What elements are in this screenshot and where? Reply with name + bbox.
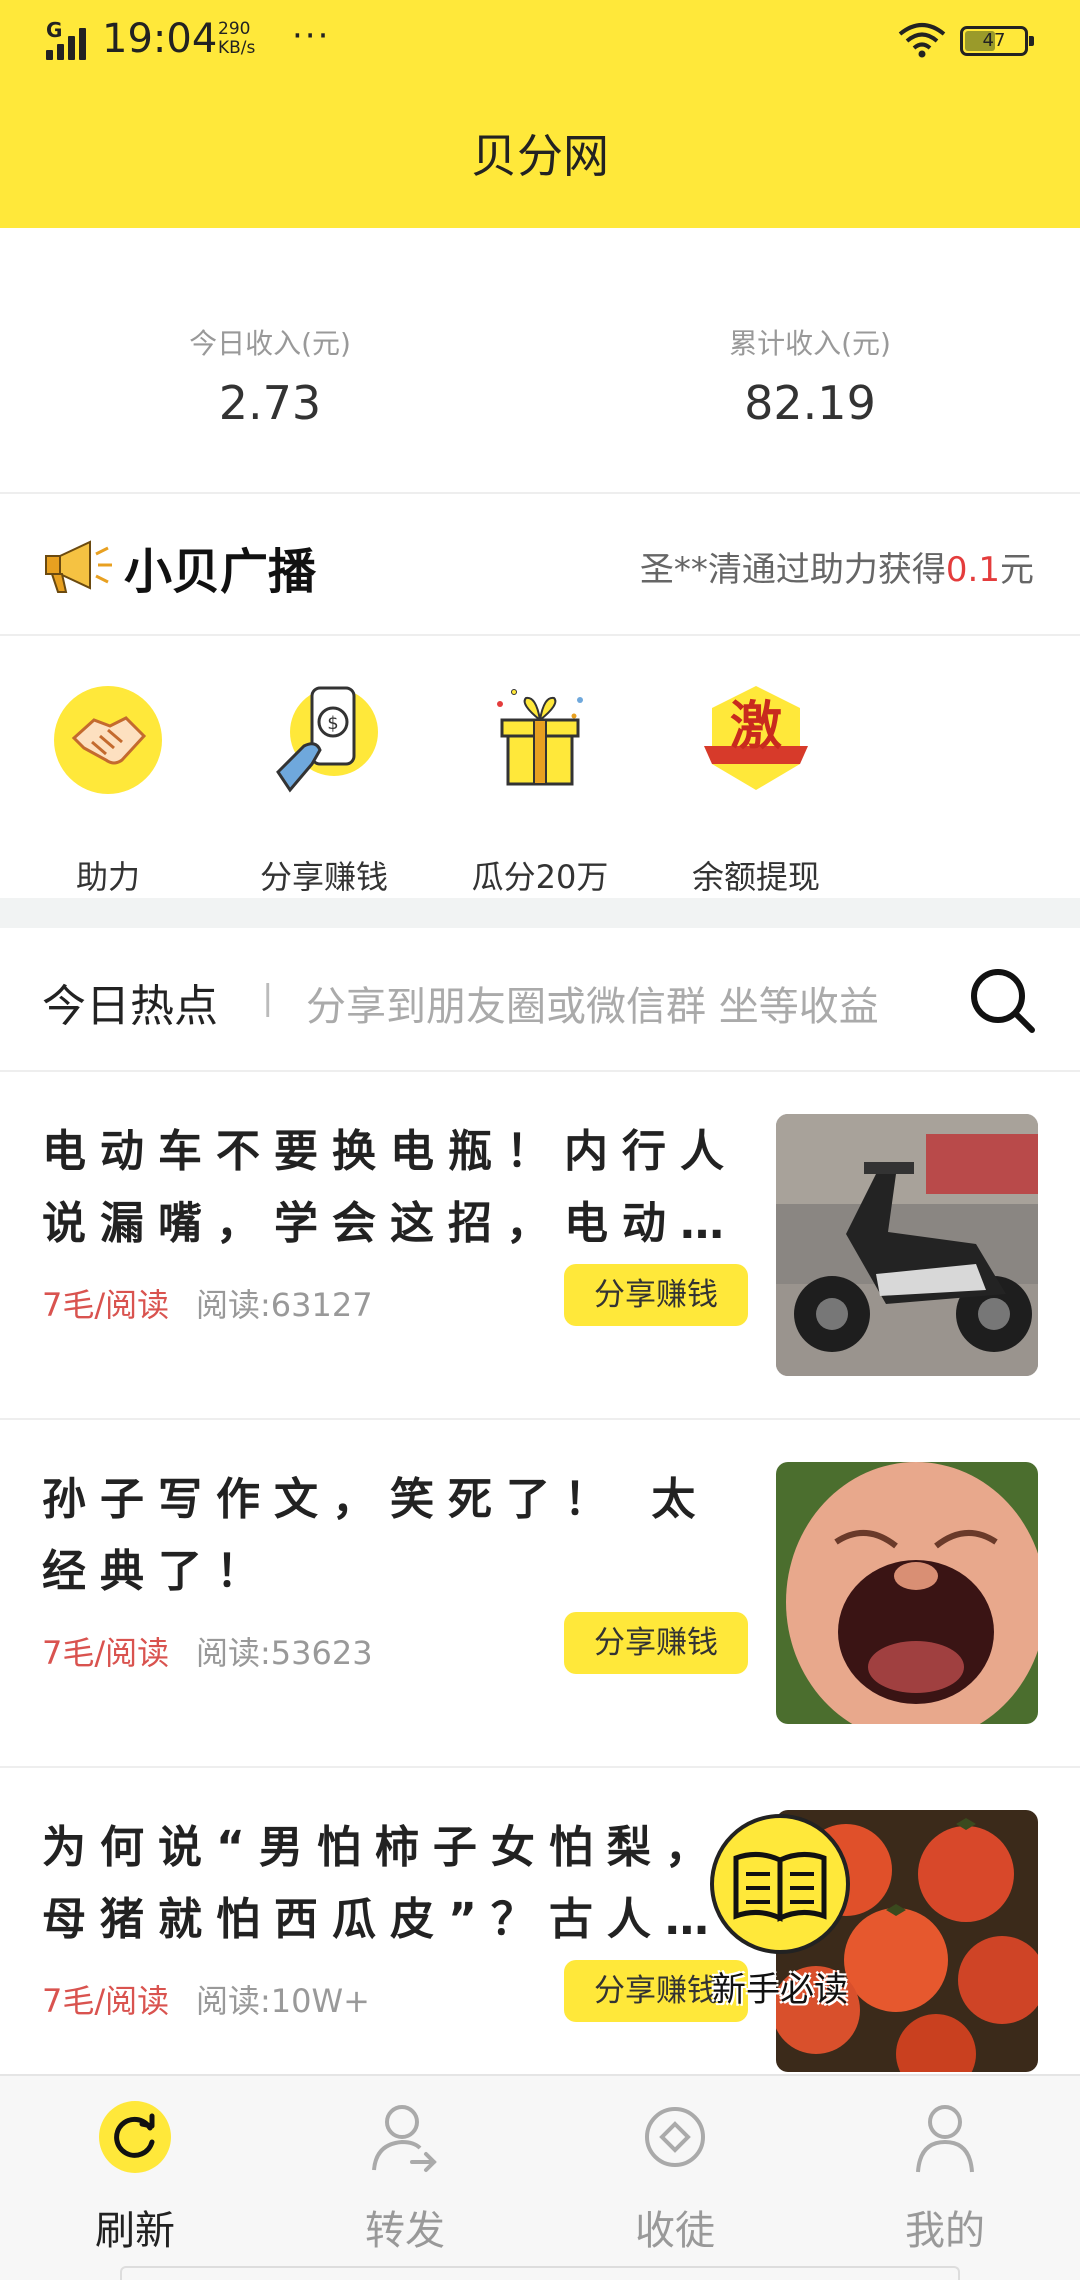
- broadcast-unit: 元: [1000, 550, 1034, 590]
- tab-me-label: 我的: [905, 2208, 985, 2254]
- wifi-icon: [898, 23, 946, 58]
- broadcast-title: 小贝广播: [124, 544, 317, 600]
- withdraw-badge-icon: 激: [704, 686, 808, 790]
- article-rate: 7毛/阅读: [42, 1286, 170, 1324]
- gift-box-icon: [497, 689, 583, 786]
- share-earn-button[interactable]: 分享赚钱: [564, 1264, 748, 1326]
- network-speed: 290 KB/s: [218, 20, 255, 58]
- gesture-bar: [120, 2266, 960, 2280]
- guide-label: 新手必读: [712, 1970, 848, 2010]
- today-income-label: 今日收入(元): [189, 327, 351, 360]
- speed-unit: KB/s: [218, 38, 256, 58]
- broadcast-bar[interactable]: 小贝广播 圣**清通过助力获得0.1元: [0, 496, 1080, 636]
- total-income[interactable]: 累计收入(元) 82.19: [540, 322, 1080, 430]
- article-item[interactable]: 电动车不要换电瓶！内行人说漏嘴，学会这招，电动… 7毛/阅读 阅读:63127 …: [0, 1072, 1080, 1420]
- today-income-value: 2.73: [218, 376, 322, 430]
- broadcast-message-text: 圣**清通过助力获得: [639, 550, 946, 590]
- book-icon: [733, 1852, 827, 1922]
- article-title[interactable]: 孙子写作文，笑死了！ 太经典了！: [42, 1464, 752, 1608]
- tab-apprentice[interactable]: 收徒: [540, 2100, 810, 2256]
- hot-topics-separator: |: [262, 978, 274, 1018]
- phone-money-icon: $: [276, 686, 378, 793]
- battery-level: 47: [982, 30, 1006, 51]
- badge-character: 激: [730, 697, 782, 757]
- feature-withdraw-label: 余额提现: [691, 858, 820, 896]
- app-header: G 19:04 290 KB/s ··· 47 贝分网: [0, 0, 1080, 228]
- signal-icon: G: [46, 18, 92, 60]
- tab-forward[interactable]: 转发: [270, 2100, 540, 2256]
- hot-topics-title: 今日热点: [42, 981, 218, 1032]
- article-title[interactable]: 电动车不要换电瓶！内行人说漏嘴，学会这招，电动…: [42, 1116, 752, 1260]
- feature-shortcuts: 助力 $ 分享赚钱 瓜分20万 激 余额提现: [0, 638, 1080, 898]
- article-read-count: 阅读:53623: [196, 1634, 373, 1672]
- total-income-label: 累计收入(元): [729, 327, 891, 360]
- article-item[interactable]: 为何说“男怕柿子女怕梨，母猪就怕西瓜皮”？古人… 7毛/阅读 阅读:10W+ 分…: [0, 1768, 1080, 2116]
- article-rate: 7毛/阅读: [42, 1634, 170, 1672]
- article-item[interactable]: 孙子写作文，笑死了！ 太经典了！ 7毛/阅读 阅读:53623 分享赚钱: [0, 1420, 1080, 1768]
- article-rate: 7毛/阅读: [42, 1982, 170, 2020]
- tab-forward-label: 转发: [365, 2208, 445, 2254]
- status-time: 19:04: [102, 16, 218, 62]
- tab-me[interactable]: 我的: [810, 2100, 1080, 2256]
- feature-split-prize[interactable]: 瓜分20万: [432, 680, 648, 898]
- hot-topics-hint: 分享到朋友圈或微信群 坐等收益: [306, 984, 879, 1030]
- article-read-count: 阅读:10W+: [196, 1982, 370, 2020]
- newbie-guide-button[interactable]: 新手必读: [706, 1814, 852, 2010]
- feature-split-prize-label: 瓜分20万: [471, 858, 609, 896]
- income-summary: 今日收入(元) 2.73 累计收入(元) 82.19: [0, 228, 1080, 494]
- diamond-coin-icon: [645, 2107, 705, 2167]
- refresh-icon: [99, 2101, 171, 2173]
- megaphone-icon: [45, 540, 112, 593]
- more-icon: ···: [292, 16, 331, 56]
- page-title: 贝分网: [471, 129, 609, 183]
- feature-share-earn-label: 分享赚钱: [259, 858, 388, 896]
- user-icon: [916, 2105, 974, 2173]
- article-title[interactable]: 为何说“男怕柿子女怕梨，母猪就怕西瓜皮”？古人…: [42, 1812, 752, 1956]
- status-bar: G 19:04 290 KB/s ··· 47: [0, 0, 1080, 86]
- article-read-count: 阅读:63127: [196, 1286, 373, 1324]
- feature-withdraw[interactable]: 激 余额提现: [648, 680, 864, 898]
- article-thumbnail[interactable]: [776, 1114, 1038, 1376]
- tab-refresh-label: 刷新: [95, 2208, 175, 2254]
- bottom-navigation: 刷新 转发 收徒 我的: [0, 2074, 1080, 2280]
- tab-refresh[interactable]: 刷新: [0, 2100, 270, 2256]
- svg-text:$: $: [327, 713, 338, 734]
- feature-assist-label: 助力: [75, 858, 140, 896]
- speed-value: 290: [218, 19, 251, 39]
- total-income-value: 82.19: [744, 376, 876, 430]
- tab-apprentice-label: 收徒: [635, 2208, 715, 2254]
- article-thumbnail[interactable]: [776, 1462, 1038, 1724]
- guide-circle: [710, 1814, 850, 1954]
- feature-assist[interactable]: 助力: [0, 680, 216, 898]
- today-income[interactable]: 今日收入(元) 2.73: [0, 322, 540, 430]
- handshake-icon: [54, 686, 162, 794]
- battery-icon: 47: [960, 26, 1034, 56]
- hot-topics-bar: 今日热点 | 分享到朋友圈或微信群 坐等收益: [0, 928, 1080, 1072]
- share-earn-button[interactable]: 分享赚钱: [564, 1612, 748, 1674]
- broadcast-amount: 0.1: [945, 550, 1000, 590]
- section-divider: [0, 898, 1080, 928]
- network-type: G: [46, 18, 63, 42]
- feature-share-earn[interactable]: $ 分享赚钱: [216, 680, 432, 898]
- search-icon[interactable]: [966, 964, 1038, 1036]
- broadcast-message: 圣**清通过助力获得0.1元: [640, 542, 1034, 591]
- user-forward-icon: [372, 2105, 437, 2172]
